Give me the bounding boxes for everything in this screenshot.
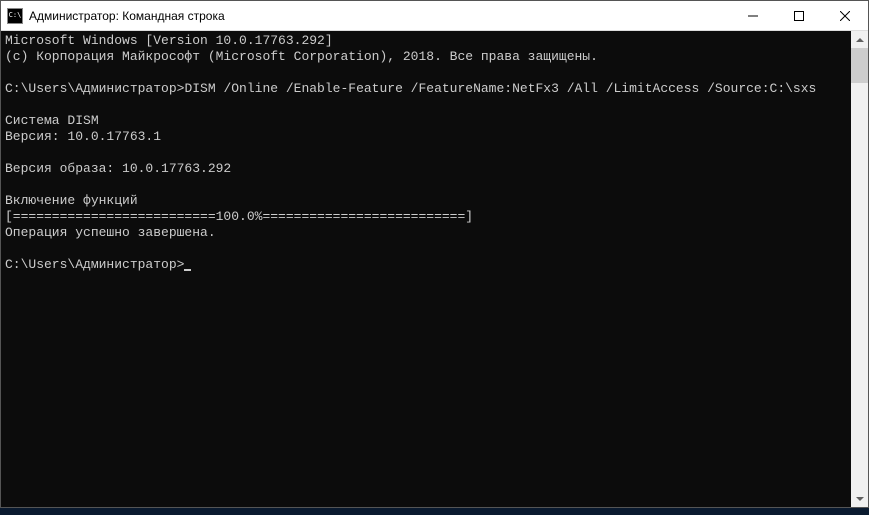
window-title: Администратор: Командная строка <box>29 9 730 23</box>
terminal-area: Microsoft Windows [Version 10.0.17763.29… <box>1 31 868 507</box>
terminal-line: Включение функций <box>5 193 138 208</box>
terminal-progress: [==========================100.0%=======… <box>5 209 473 224</box>
scroll-up-button[interactable] <box>851 31 868 48</box>
cmd-icon: C:\ <box>7 8 23 24</box>
terminal-line: Microsoft Windows [Version 10.0.17763.29… <box>5 33 333 48</box>
terminal-command: DISM /Online /Enable-Feature /FeatureNam… <box>184 81 816 96</box>
scrollbar-track[interactable] <box>851 48 868 490</box>
cursor-icon <box>184 269 191 271</box>
scroll-down-button[interactable] <box>851 490 868 507</box>
terminal-prompt: C:\Users\Администратор> <box>5 257 184 272</box>
terminal-line: (c) Корпорация Майкрософт (Microsoft Cor… <box>5 49 598 64</box>
taskbar[interactable] <box>0 508 869 515</box>
terminal-prompt: C:\Users\Администратор> <box>5 81 184 96</box>
terminal-line: Версия образа: 10.0.17763.292 <box>5 161 231 176</box>
cmd-icon-text: C:\ <box>9 12 22 19</box>
window-controls <box>730 1 868 30</box>
command-prompt-window: C:\ Администратор: Командная строка Micr… <box>0 0 869 508</box>
vertical-scrollbar[interactable] <box>851 31 868 507</box>
maximize-button[interactable] <box>776 1 822 30</box>
terminal-output[interactable]: Microsoft Windows [Version 10.0.17763.29… <box>1 31 851 507</box>
minimize-button[interactable] <box>730 1 776 30</box>
terminal-line: Версия: 10.0.17763.1 <box>5 129 161 144</box>
titlebar[interactable]: C:\ Администратор: Командная строка <box>1 1 868 31</box>
scrollbar-thumb[interactable] <box>851 48 868 83</box>
terminal-line: Cистема DISM <box>5 113 99 128</box>
terminal-line: Операция успешно завершена. <box>5 225 216 240</box>
close-button[interactable] <box>822 1 868 30</box>
